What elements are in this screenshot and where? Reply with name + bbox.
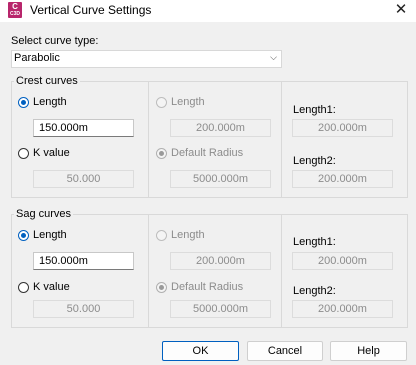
crest-length-label: Length: [33, 96, 67, 108]
help-button[interactable]: Help: [330, 341, 407, 361]
sag-k-value-radio[interactable]: [18, 282, 29, 293]
window-title: Vertical Curve Settings: [30, 3, 152, 17]
crest-k-value-input: 50.000: [33, 170, 134, 188]
crest-default-radius-input: 5000.000m: [170, 170, 271, 188]
sag-length-radio[interactable]: [18, 230, 29, 241]
sag-length2-value: 200.000m: [292, 300, 393, 318]
sag-k-value-label: K value: [33, 281, 70, 293]
crest-k-value-radio[interactable]: [18, 148, 29, 159]
crest-length-input[interactable]: 150.000m: [33, 119, 134, 137]
sag-length2-label: Length2:: [293, 285, 336, 297]
close-icon[interactable]: ✕: [386, 0, 416, 22]
civil3d-app-icon: C C3D: [8, 2, 22, 18]
crest-default-radius-radio: [156, 148, 167, 159]
title-bar: C C3D Vertical Curve Settings ✕: [0, 0, 416, 22]
crest-mid-length-radio: [156, 97, 167, 108]
crest-k-value-label: K value: [33, 147, 70, 159]
sag-curves-legend: Sag curves: [14, 208, 74, 220]
chevron-down-icon: ⌵: [270, 52, 277, 62]
sag-default-radius-label: Default Radius: [171, 281, 244, 293]
sag-default-radius-input: 5000.000m: [170, 300, 271, 318]
sag-length-input[interactable]: 150.000m: [33, 252, 134, 270]
sag-k-value-input: 50.000: [33, 300, 134, 318]
crest-length-radio[interactable]: [18, 97, 29, 108]
sag-length1-label: Length1:: [293, 236, 336, 248]
sag-mid-length-radio: [156, 230, 167, 241]
ok-button[interactable]: OK: [162, 341, 239, 361]
crest-length1-value: 200.000m: [292, 119, 393, 137]
sag-mid-length-label: Length: [171, 229, 205, 241]
crest-default-radius-label: Default Radius: [171, 147, 244, 159]
crest-curves-legend: Crest curves: [14, 75, 80, 87]
crest-length2-label: Length2:: [293, 155, 336, 167]
curve-type-select[interactable]: Parabolic ⌵: [11, 50, 282, 68]
sag-length1-value: 200.000m: [292, 252, 393, 270]
sag-length-label: Length: [33, 229, 67, 241]
cancel-button[interactable]: Cancel: [247, 341, 323, 361]
crest-length1-label: Length1:: [293, 104, 336, 116]
sag-default-radius-radio: [156, 282, 167, 293]
crest-mid-length-input: 200.000m: [170, 119, 271, 137]
curve-type-label: Select curve type:: [11, 35, 99, 47]
sag-mid-length-input: 200.000m: [170, 252, 271, 270]
crest-mid-length-label: Length: [171, 96, 205, 108]
curve-type-value: Parabolic: [14, 52, 60, 64]
crest-length2-value: 200.000m: [292, 170, 393, 188]
